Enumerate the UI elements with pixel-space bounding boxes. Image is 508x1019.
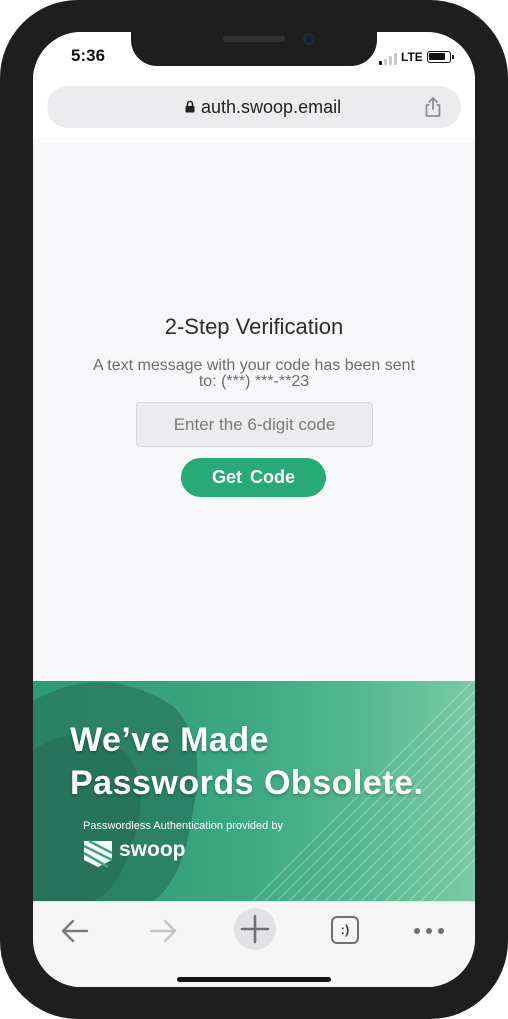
code-sent-message: A text message with your code has been s… <box>93 357 415 390</box>
speaker-grille <box>223 36 285 42</box>
battery-tip <box>452 55 454 59</box>
back-arrow-icon[interactable] <box>55 912 95 950</box>
promo-banner: We’ve Made Passwords Obsolete. Passwordl… <box>33 681 475 901</box>
mute-switch <box>0 140 3 174</box>
banner-headline: We’ve Made Passwords Obsolete. <box>70 719 470 805</box>
address-bar[interactable]: auth.swoop.email <box>47 86 461 128</box>
lock-icon <box>185 100 195 113</box>
tabs-icon[interactable]: :) <box>331 916 359 944</box>
status-time: 5:36 <box>71 46 106 65</box>
browser-header: auth.swoop.email <box>33 76 475 138</box>
home-indicator[interactable] <box>177 977 331 982</box>
front-camera <box>303 33 315 45</box>
notch <box>131 32 377 66</box>
phone-frame: 5:36 LTE auth.swoop.email 2-Step Verific… <box>0 0 508 1019</box>
signal-strength-icon <box>379 53 399 65</box>
tabs-label: :) <box>340 922 350 937</box>
more-icon[interactable] <box>409 912 449 950</box>
headline-line-2: Passwords Obsolete. <box>70 764 424 802</box>
browser-toolbar: :) <box>33 901 475 987</box>
verification-page: 2-Step Verification A text message with … <box>33 138 475 681</box>
url-text[interactable]: auth.swoop.email <box>201 97 341 118</box>
volume-down-button <box>0 300 3 368</box>
battery-icon <box>427 51 451 63</box>
headline-line-1: We’ve Made <box>70 721 270 759</box>
forward-arrow-icon[interactable] <box>143 912 183 950</box>
volume-up-button <box>0 212 3 280</box>
network-type: LTE <box>401 50 423 64</box>
swoop-brand-name: swoop <box>119 838 186 861</box>
swoop-logo-icon <box>83 840 113 868</box>
new-tab-plus-icon[interactable] <box>233 907 277 951</box>
page-title: 2-Step Verification <box>164 314 344 339</box>
share-icon[interactable] <box>423 96 443 118</box>
provided-by-text: Passwordless Authentication provided by <box>83 820 283 832</box>
phone-screen: 5:36 LTE auth.swoop.email 2-Step Verific… <box>33 32 475 987</box>
get-code-button[interactable]: Get Code <box>181 458 326 497</box>
verification-code-input[interactable] <box>136 402 373 447</box>
